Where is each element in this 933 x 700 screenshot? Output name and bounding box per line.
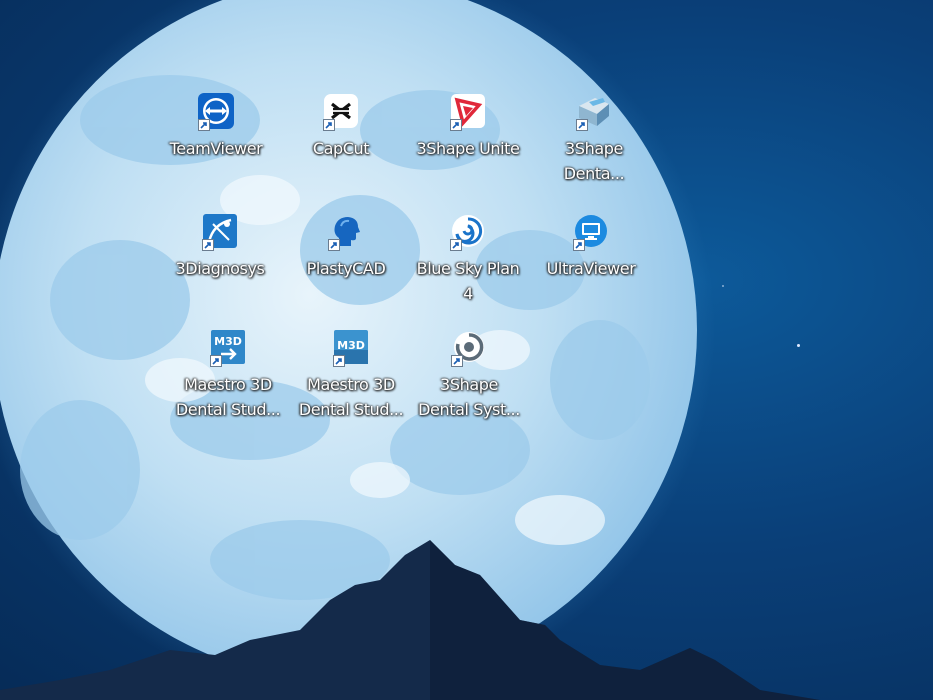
icon-label: Blue Sky Plan 4 [416,259,520,303]
shortcut-arrow-icon [573,239,585,251]
desktop-icon-maestro-3d-1[interactable]: M3D Maestro 3D Dental Stud... [164,321,292,431]
ultraviewer-icon [571,211,611,251]
maestro-3d-icon: M3D [208,327,248,367]
desktop-icon-maestro-3d-2[interactable]: M3D Maestro 3D Dental Stud... [287,321,415,431]
desktop-icon-3shape-dental-system[interactable]: 3Shape Dental Syst... [405,321,533,431]
icon-label: 3Shape Unite [416,139,520,158]
shortcut-arrow-icon [323,119,335,131]
3diagnosys-icon [200,211,240,251]
icon-label: 3Shape Dental Syst... [418,375,520,419]
plastycad-icon [326,211,366,251]
star [797,344,800,347]
shortcut-arrow-icon [202,239,214,251]
desktop-icon-3shape-unite[interactable]: 3Shape Unite [404,85,532,195]
desktop-icon-capcut[interactable]: CapCut [277,85,405,195]
desktop-icon-3shape-dental[interactable]: 3Shape Denta... [530,85,658,195]
shortcut-arrow-icon [450,239,462,251]
shortcut-arrow-icon [450,119,462,131]
maestro-badge-text: M3D [337,339,365,352]
desktop-icon-plastycad[interactable]: PlastyCAD [282,205,410,315]
maestro-badge-text: M3D [214,335,242,348]
3shape-unite-icon [448,91,488,131]
desktop-icon-teamviewer[interactable]: TeamViewer [152,85,280,195]
shortcut-arrow-icon [210,355,222,367]
icon-label: Maestro 3D Dental Stud... [298,375,404,419]
desktop-icon-3diagnosys[interactable]: 3Diagnosys [156,205,284,315]
desktop: TeamViewer CapCut 3Shape Unite 3Shape De… [0,0,933,700]
shortcut-arrow-icon [328,239,340,251]
teamviewer-icon [196,91,236,131]
3shape-dental-system-icon [449,327,489,367]
shortcut-arrow-icon [451,355,463,367]
star [722,285,724,287]
3shape-dental-icon [574,91,614,131]
icon-label: 3Shape Denta... [563,139,625,183]
desktop-icon-blue-sky-plan[interactable]: Blue Sky Plan 4 [404,205,532,315]
shortcut-arrow-icon [198,119,210,131]
desktop-icon-ultraviewer[interactable]: UltraViewer [527,205,655,315]
maestro-3d-icon: M3D [331,327,371,367]
capcut-icon [321,91,361,131]
blue-sky-plan-icon [448,211,488,251]
shortcut-arrow-icon [333,355,345,367]
icon-label: Maestro 3D Dental Stud... [175,375,281,419]
shortcut-arrow-icon [576,119,588,131]
icon-label: CapCut [312,139,370,158]
icon-label: 3Diagnosys [175,259,265,278]
icon-label: UltraViewer [546,259,636,278]
icon-label: PlastyCAD [306,259,386,278]
icon-label: TeamViewer [169,139,263,158]
